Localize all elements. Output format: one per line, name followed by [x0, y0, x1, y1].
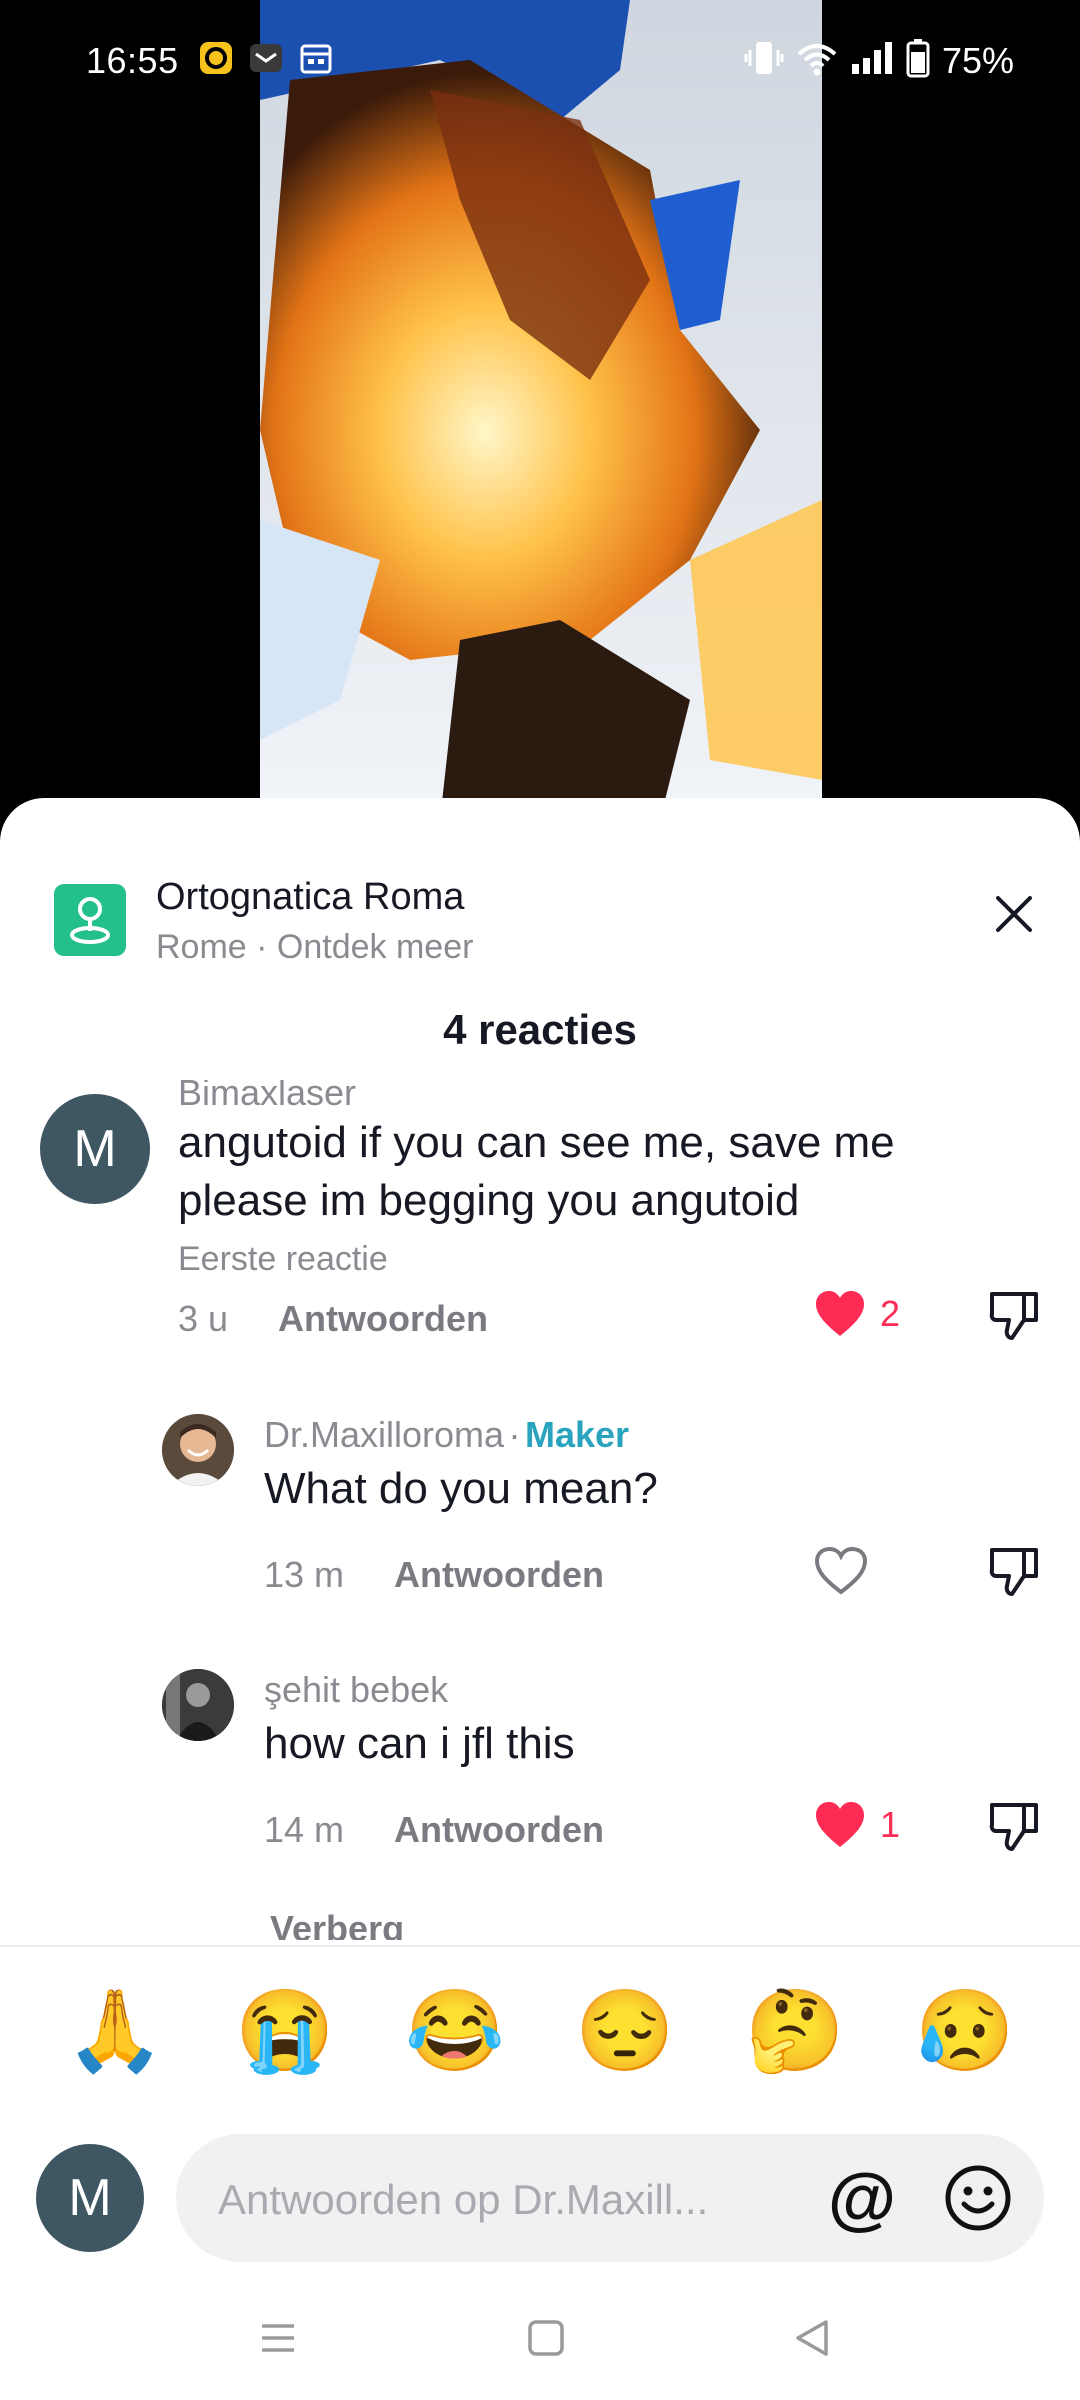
status-bar: 16:55 75% [0, 0, 1080, 120]
user-avatar[interactable]: M [36, 2144, 144, 2252]
avatar[interactable] [162, 1669, 234, 1741]
hide-replies-button[interactable]: Verberg [270, 1908, 404, 1940]
comment-time: 14 m [264, 1809, 345, 1850]
comment-username[interactable]: Dr.Maxilloroma [264, 1414, 504, 1455]
location-pin-icon [54, 884, 126, 956]
video-player[interactable] [0, 0, 1080, 820]
emoji-pray[interactable]: 🙏 [65, 1991, 165, 2071]
reply-button[interactable]: Antwoorden [394, 1554, 604, 1596]
like-button[interactable]: 1 [814, 1801, 900, 1849]
comment-text-line-1: angutoid if you can see me, save me [178, 1118, 895, 1167]
comment-meta: 13 m Antwoorden [264, 1554, 604, 1596]
comment-item: Dr.Maxilloroma · Maker What do you mean?… [0, 1410, 1080, 1610]
heart-filled-icon [816, 1802, 864, 1847]
wifi-icon [796, 38, 838, 83]
creator-badge: Maker [524, 1414, 630, 1455]
close-icon [996, 896, 1032, 932]
thumbs-down-icon [989, 1292, 1038, 1340]
heart-outline-icon [814, 1546, 868, 1595]
dislike-button[interactable] [988, 1544, 1042, 1603]
like-count: 1 [880, 1804, 901, 1845]
battery-percentage: 75% [941, 39, 1014, 81]
back-nav-icon[interactable] [782, 2308, 842, 2368]
avatar[interactable]: M [40, 1094, 150, 1204]
system-nav-bar [0, 2278, 1080, 2400]
reply-button[interactable]: Antwoorden [394, 1809, 604, 1851]
emoji-thinking[interactable]: 🤔 [745, 1991, 845, 2071]
comment-text: What do you mean? [264, 1464, 658, 1513]
dislike-button[interactable] [988, 1288, 1042, 1347]
comments-count: 4 reacties [443, 1006, 637, 1053]
location-header[interactable]: Ortognatica Roma Rome · Ontdek meer [0, 838, 1080, 966]
reply-input[interactable]: Antwoorden op Dr.Maxill... @ [176, 2134, 1044, 2262]
comment-item: şehit bebek how can i jfl this 14 m Antw… [0, 1665, 1080, 1865]
heart-filled-icon [816, 1291, 864, 1336]
like-button[interactable] [814, 1546, 868, 1601]
comment-username[interactable]: şehit bebek [264, 1669, 448, 1711]
video-frame [260, 0, 822, 820]
signal-icon [850, 38, 894, 83]
comment-text: how can i jfl this [264, 1719, 575, 1768]
vibrate-icon [744, 38, 784, 83]
location-subtitle[interactable]: Rome · Ontdek meer [156, 928, 473, 967]
location-title: Ortognatica Roma [156, 876, 465, 918]
separator: · [508, 1414, 521, 1455]
comment-header: Dr.Maxilloroma · Maker [264, 1414, 629, 1456]
comment-meta: 14 m Antwoorden [264, 1809, 604, 1851]
emoji-quick-bar: 🙏 😭 😂 😔 🤔 😥 [0, 1945, 1080, 2115]
thumbs-down-icon [989, 1803, 1038, 1851]
mail-icon [248, 40, 284, 76]
emoji-pensive[interactable]: 😔 [575, 1991, 675, 2071]
status-time: 16:55 [86, 40, 179, 81]
battery-icon [906, 38, 930, 83]
comment-time: 13 m [264, 1554, 345, 1595]
avatar[interactable] [162, 1414, 234, 1486]
menu-nav-icon[interactable] [248, 2308, 308, 2368]
emoji-joy[interactable]: 😂 [405, 1991, 505, 2071]
reply-button[interactable]: Antwoorden [278, 1298, 488, 1340]
comment-text-line-2: please im begging you angutoid [178, 1176, 800, 1225]
comments-list[interactable]: M Bimaxlaser angutoid if you can see me,… [0, 1080, 1080, 1940]
home-nav-icon[interactable] [516, 2308, 576, 2368]
comment-username[interactable]: Bimaxlaser [178, 1080, 356, 1114]
emoji-picker-icon[interactable] [938, 2158, 1018, 2238]
reply-input-placeholder: Antwoorden op Dr.Maxill... [218, 2176, 709, 2223]
dislike-button[interactable] [988, 1799, 1042, 1858]
comments-sheet: Ortognatica Roma Rome · Ontdek meer 4 re… [0, 798, 1080, 2400]
emoji-sad-sweat[interactable]: 😥 [915, 1991, 1015, 2071]
notification-app-icon [198, 40, 234, 76]
comment-meta: 3 u Antwoorden [178, 1298, 488, 1340]
thumbs-down-icon [989, 1548, 1038, 1596]
first-comment-label: Eerste reactie [178, 1240, 388, 1278]
avatar-letter: M [73, 1120, 117, 1178]
like-count: 2 [880, 1293, 901, 1334]
like-button[interactable]: 2 [814, 1290, 900, 1338]
emoji-sob[interactable]: 😭 [235, 1991, 335, 2071]
calendar-icon [298, 40, 334, 76]
comment-time: 3 u [178, 1298, 229, 1339]
reply-input-row: M Antwoorden op Dr.Maxill... @ [0, 2114, 1080, 2264]
avatar-letter: M [68, 2169, 112, 2227]
comment-item: M Bimaxlaser angutoid if you can see me,… [0, 1080, 1080, 1360]
close-button[interactable] [986, 886, 1042, 942]
mention-icon[interactable]: @ [822, 2158, 902, 2238]
